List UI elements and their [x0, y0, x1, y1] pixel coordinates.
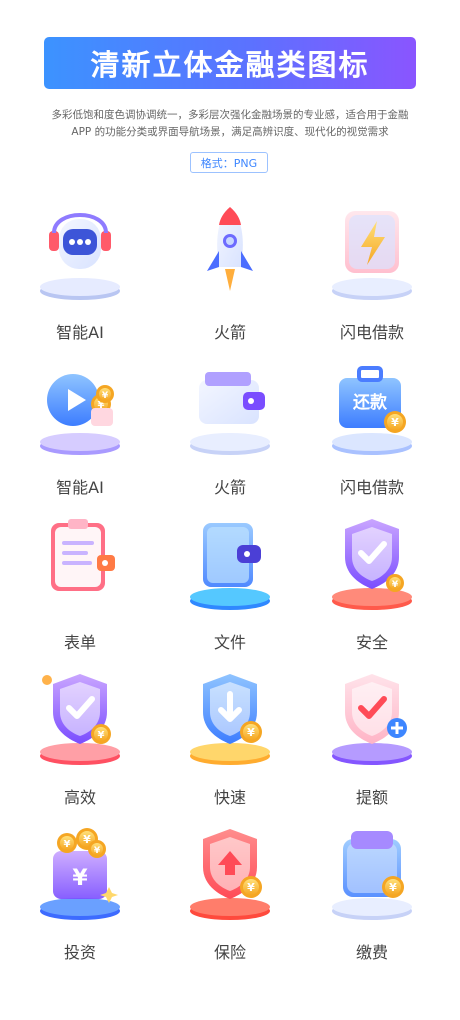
- icon-card: 火箭: [160, 196, 300, 346]
- description-line-1: 多彩低饱和度色调协调统一，多彩层次强化金融场景的专业感，适合用于金融: [51, 109, 409, 121]
- repay-briefcase-icon: 还款¥: [332, 366, 412, 455]
- description-line-2: APP 的功能分类或界面导航场景，满足高辨识度、现代化的视觉需求: [71, 126, 389, 138]
- svg-text:¥: ¥: [391, 416, 399, 429]
- svg-text:¥: ¥: [102, 391, 109, 401]
- svg-text:还款: 还款: [352, 392, 388, 413]
- svg-text:¥: ¥: [72, 866, 88, 891]
- icon-card: ¥ 缴费: [302, 816, 442, 966]
- ai-robot-icon: [40, 213, 120, 300]
- icon-label: 火箭: [213, 478, 246, 497]
- icon-card: 闪电借款: [302, 196, 442, 346]
- icon-card: 还款 ¥ 闪电借款: [302, 351, 442, 501]
- svg-text:¥: ¥: [64, 839, 71, 850]
- icon-label: 投资: [63, 943, 96, 962]
- shield-up-icon: ¥: [190, 829, 270, 920]
- icon-label: 文件: [213, 633, 246, 652]
- icon-card: 表单: [10, 506, 150, 656]
- icon-label: 快速: [213, 788, 246, 807]
- shield-check-coin-icon: ¥: [40, 674, 120, 765]
- title-banner: 清新立体金融类图标: [44, 37, 416, 89]
- svg-text:¥: ¥: [94, 846, 101, 856]
- icon-label: 火箭: [213, 323, 246, 342]
- icon-card: 文件: [160, 506, 300, 656]
- wallet-icon: [190, 372, 270, 455]
- rocket-icon: [207, 207, 253, 291]
- lightning-icon: [332, 211, 412, 300]
- shield-check-icon: ¥: [332, 519, 412, 610]
- icon-card: ¥ 保险: [160, 816, 300, 966]
- icon-card: ¥ ¥ 智能AI: [10, 351, 150, 501]
- shield-plus-icon: [332, 674, 412, 765]
- icon-label: 智能AI: [56, 478, 104, 497]
- icon-card: ¥ 安全: [302, 506, 442, 656]
- icon-card: ¥ 快速: [160, 661, 300, 811]
- icon-label: 闪电借款: [339, 323, 404, 342]
- icon-label: 表单: [63, 633, 96, 652]
- icon-card: 提额: [302, 661, 442, 811]
- svg-text:¥: ¥: [392, 580, 399, 590]
- svg-text:¥: ¥: [389, 881, 397, 894]
- svg-text:¥: ¥: [247, 726, 255, 739]
- svg-text:¥: ¥: [247, 881, 255, 894]
- format-badge: 格式：PNG: [190, 152, 268, 173]
- icon-label: 安全: [355, 633, 388, 652]
- svg-text:¥: ¥: [98, 730, 105, 741]
- clipboard-form-icon: [51, 519, 115, 591]
- icon-label: 缴费: [355, 943, 388, 962]
- play-coins-icon: ¥¥: [40, 374, 120, 455]
- icon-card: ¥ 高效: [10, 661, 150, 811]
- icon-label: 智能AI: [56, 323, 104, 342]
- icon-label: 高效: [63, 788, 96, 807]
- description: 多彩低饱和度色调协调统一，多彩层次强化金融场景的专业感，适合用于金融 APP 的…: [40, 107, 420, 141]
- icon-card: ¥ ¥ ¥ ¥ 投资: [10, 816, 150, 966]
- file-wallet-icon: [190, 523, 270, 610]
- icon-label: 提额: [355, 788, 388, 807]
- icon-label: 闪电借款: [339, 478, 404, 497]
- coin-pot-icon: ¥¥ ¥¥: [40, 828, 120, 920]
- page-title: 清新立体金融类图标: [90, 48, 370, 82]
- icon-card: 火箭: [160, 351, 300, 501]
- shield-download-icon: ¥: [190, 674, 270, 765]
- icon-card: 智能AI: [10, 196, 150, 346]
- payment-box-icon: ¥: [332, 831, 412, 920]
- icon-label: 保险: [213, 943, 246, 962]
